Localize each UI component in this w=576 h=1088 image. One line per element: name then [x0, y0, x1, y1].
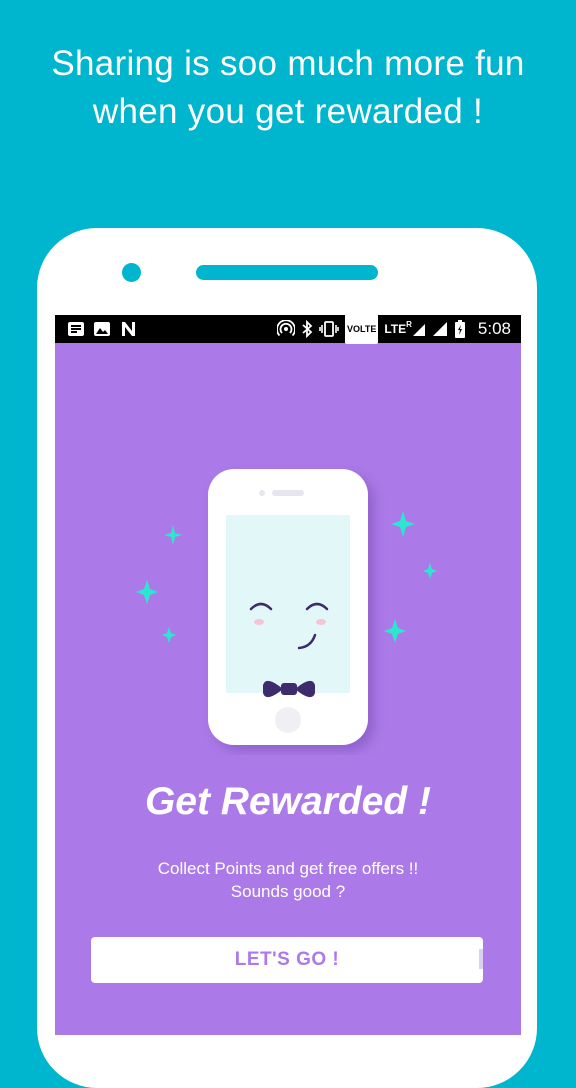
promo-headline: Sharing is soo much more fun when you ge… — [0, 40, 576, 136]
phone-screen — [226, 515, 350, 693]
phone-home-button — [275, 707, 301, 733]
status-bar-right: VOLTE LTE R 5:08 — [277, 315, 511, 344]
image-icon — [93, 315, 111, 343]
clock: 5:08 — [477, 319, 511, 338]
phone-illustration — [136, 469, 437, 745]
vibrate-icon — [319, 315, 339, 343]
onboarding-title: Get Rewarded ! — [144, 780, 432, 823]
headline-line-1: Sharing is soo much more fun — [51, 44, 525, 83]
subtitle-line-2: Sounds good ? — [230, 882, 346, 901]
device-camera — [122, 263, 141, 282]
status-bar-left — [67, 315, 145, 343]
lets-go-button[interactable]: LET'S GO ! — [91, 937, 483, 983]
subtitle-line-1: Collect Points and get free offers !! — [157, 859, 419, 878]
app-screen: VOLTE LTE R 5:08 Get Rewarded ! Collect … — [55, 315, 521, 1035]
notification-n-icon — [119, 315, 137, 343]
network-type-label: LTE — [384, 322, 407, 336]
bowtie-icon — [263, 680, 315, 698]
headline-line-2: when you get rewarded ! — [92, 92, 484, 131]
battery-icon — [454, 315, 466, 343]
onboarding-subtitle: Collect Points and get free offers !! So… — [55, 857, 521, 903]
signal-icon — [432, 315, 448, 343]
lte-signal-icon: LTE R — [384, 315, 426, 343]
bluetooth-icon — [301, 315, 313, 343]
button-edge-divider — [479, 949, 483, 969]
hotspot-icon — [277, 315, 295, 343]
device-speaker — [196, 265, 378, 280]
message-icon — [67, 315, 85, 343]
status-bar: VOLTE LTE R 5:08 — [55, 315, 521, 344]
volte-badge: VOLTE — [345, 315, 379, 344]
